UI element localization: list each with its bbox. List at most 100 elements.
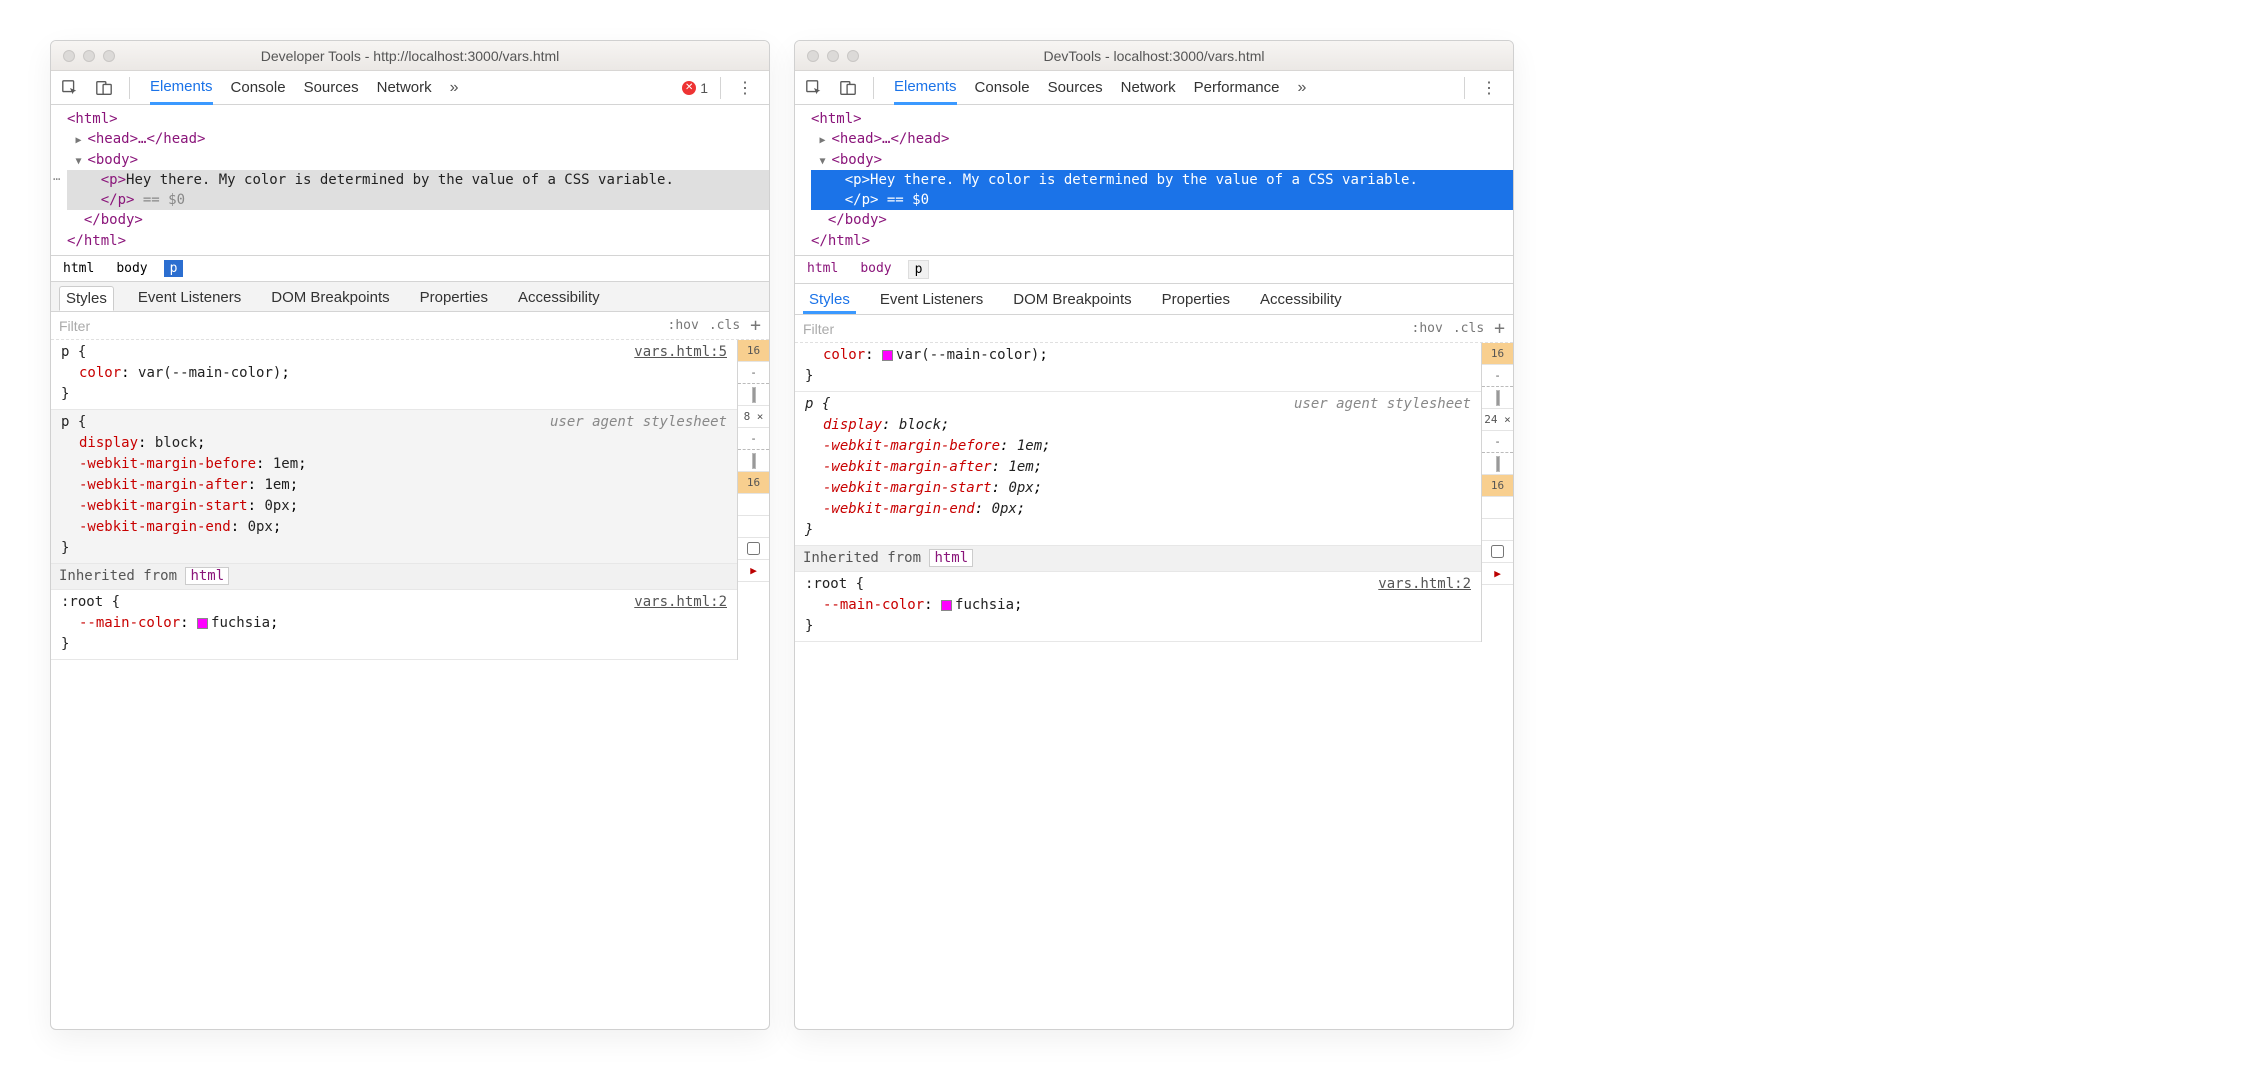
box-model-icon xyxy=(1497,457,1499,471)
filter-input[interactable]: Filter xyxy=(803,321,1412,337)
styles-filter-bar: Filter :hov .cls + xyxy=(51,312,769,340)
devtools-toolbar: Elements Console Sources Network » ✕ 1 ⋮ xyxy=(51,71,769,105)
css-rule-ua[interactable]: user agent stylesheet p { display: block… xyxy=(51,410,737,564)
rule-source-link[interactable]: vars.html:5 xyxy=(634,342,727,363)
color-swatch-icon[interactable] xyxy=(882,350,893,361)
css-rule[interactable]: vars.html:2 :root { --main-color: fuchsi… xyxy=(51,590,737,660)
css-rule[interactable]: vars.html:5 p { color: var(--main-color)… xyxy=(51,340,737,410)
panel-tabs: Elements Console Sources Network Perform… xyxy=(886,71,1452,105)
side-val: 16 xyxy=(738,472,769,494)
tab-console[interactable]: Console xyxy=(231,71,286,105)
subtab-accessibility[interactable]: Accessibility xyxy=(1254,288,1348,314)
box-model-icon xyxy=(753,454,755,468)
styles-pane: vars.html:5 p { color: var(--main-color)… xyxy=(51,340,769,660)
error-badge[interactable]: ✕ 1 xyxy=(682,80,708,96)
kebab-icon[interactable]: ⋮ xyxy=(733,78,757,98)
tab-console[interactable]: Console xyxy=(975,71,1030,105)
error-icon: ✕ xyxy=(682,81,696,95)
selected-node[interactable]: ⋯ <p>Hey there. My color is determined b… xyxy=(67,170,769,211)
expand-icon[interactable]: ▶ xyxy=(819,134,831,149)
subtab-styles[interactable]: Styles xyxy=(803,288,856,314)
side-val: - xyxy=(1482,431,1513,453)
tab-network[interactable]: Network xyxy=(1121,71,1176,105)
traffic-lights[interactable] xyxy=(51,50,115,62)
dom-tree[interactable]: <html> ▶<head>…</head> ▼<body> ⋯ <p>Hey … xyxy=(51,105,769,255)
inspect-icon[interactable] xyxy=(801,75,827,101)
tab-sources[interactable]: Sources xyxy=(304,71,359,105)
subtab-dombreakpoints[interactable]: DOM Breakpoints xyxy=(265,286,395,311)
selected-node[interactable]: ⋯ <p>Hey there. My color is determined b… xyxy=(811,170,1513,211)
side-val: 8 × xyxy=(738,406,769,428)
subtab-properties[interactable]: Properties xyxy=(1156,288,1236,314)
box-model-icon xyxy=(753,388,755,402)
subtab-accessibility[interactable]: Accessibility xyxy=(512,286,606,311)
checkbox[interactable] xyxy=(747,542,760,555)
css-rule[interactable]: vars.html:2 :root { --main-color: fuchsi… xyxy=(795,572,1481,642)
inherited-from-el[interactable]: html xyxy=(929,549,973,567)
collapse-icon[interactable]: ▼ xyxy=(819,155,831,170)
subtab-eventlisteners[interactable]: Event Listeners xyxy=(132,286,247,311)
styles-pane: color: var(--main-color); } user agent s… xyxy=(795,343,1513,642)
crumb-body[interactable]: body xyxy=(854,260,897,279)
add-rule-button[interactable]: + xyxy=(1494,318,1505,339)
inspect-icon[interactable] xyxy=(57,75,83,101)
separator xyxy=(873,77,874,99)
rule-source-ua: user agent stylesheet xyxy=(1294,394,1471,415)
inherited-from-el[interactable]: html xyxy=(185,567,229,585)
tabs-overflow-icon[interactable]: » xyxy=(450,79,459,97)
crumb-p[interactable]: p xyxy=(164,260,184,277)
window-title: DevTools - localhost:3000/vars.html xyxy=(1044,48,1265,64)
device-mode-icon[interactable] xyxy=(91,75,117,101)
cls-toggle[interactable]: .cls xyxy=(709,318,740,333)
filter-input[interactable]: Filter xyxy=(59,318,668,334)
devtools-window-b: DevTools - localhost:3000/vars.html Elem… xyxy=(794,40,1514,1030)
subtab-eventlisteners[interactable]: Event Listeners xyxy=(874,288,989,314)
hov-toggle[interactable]: :hov xyxy=(1412,321,1443,336)
side-val: - xyxy=(738,362,769,384)
drawer-expand-icon[interactable]: ▶ xyxy=(738,560,769,582)
css-rule[interactable]: color: var(--main-color); } xyxy=(795,343,1481,392)
breadcrumb: html body p xyxy=(51,255,769,281)
color-swatch-icon[interactable] xyxy=(941,600,952,611)
subtab-properties[interactable]: Properties xyxy=(414,286,494,311)
cls-toggle[interactable]: .cls xyxy=(1453,321,1484,336)
rule-source-link[interactable]: vars.html:2 xyxy=(634,592,727,613)
side-val: - xyxy=(738,428,769,450)
checkbox[interactable] xyxy=(1491,545,1504,558)
styles-filter-bar: Filter :hov .cls + xyxy=(795,315,1513,343)
tab-elements[interactable]: Elements xyxy=(150,71,213,105)
subtab-styles[interactable]: Styles xyxy=(59,286,114,311)
crumb-html[interactable]: html xyxy=(801,260,844,279)
expand-icon[interactable]: ▶ xyxy=(75,134,87,149)
tab-elements[interactable]: Elements xyxy=(894,71,957,105)
devtools-toolbar: Elements Console Sources Network Perform… xyxy=(795,71,1513,105)
separator xyxy=(1464,77,1465,99)
crumb-body[interactable]: body xyxy=(110,260,153,277)
tab-network[interactable]: Network xyxy=(377,71,432,105)
add-rule-button[interactable]: + xyxy=(750,315,761,336)
drawer-expand-icon[interactable]: ▶ xyxy=(1482,563,1513,585)
computed-sidebar: 16 - 24 × - 16 ▶ xyxy=(1481,343,1513,642)
css-rule-ua[interactable]: user agent stylesheet p { display: block… xyxy=(795,392,1481,546)
breadcrumb: html body p xyxy=(795,255,1513,283)
color-swatch-icon[interactable] xyxy=(197,618,208,629)
crumb-html[interactable]: html xyxy=(57,260,100,277)
crumb-p[interactable]: p xyxy=(908,260,930,279)
tab-sources[interactable]: Sources xyxy=(1048,71,1103,105)
traffic-lights[interactable] xyxy=(795,50,859,62)
box-model-icon xyxy=(1497,391,1499,405)
tabs-overflow-icon[interactable]: » xyxy=(1298,79,1307,97)
rule-source-link[interactable]: vars.html:2 xyxy=(1378,574,1471,595)
collapse-icon[interactable]: ▼ xyxy=(75,155,87,170)
side-val: 16 xyxy=(1482,343,1513,365)
separator xyxy=(720,77,721,99)
devtools-window-a: Developer Tools - http://localhost:3000/… xyxy=(50,40,770,1030)
subtab-dombreakpoints[interactable]: DOM Breakpoints xyxy=(1007,288,1137,314)
dom-tree[interactable]: <html> ▶<head>…</head> ▼<body> ⋯ <p>Hey … xyxy=(795,105,1513,255)
device-mode-icon[interactable] xyxy=(835,75,861,101)
title-bar: Developer Tools - http://localhost:3000/… xyxy=(51,41,769,71)
side-val: 24 × xyxy=(1482,409,1513,431)
hov-toggle[interactable]: :hov xyxy=(668,318,699,333)
tab-performance[interactable]: Performance xyxy=(1194,71,1280,105)
kebab-icon[interactable]: ⋮ xyxy=(1477,78,1501,98)
